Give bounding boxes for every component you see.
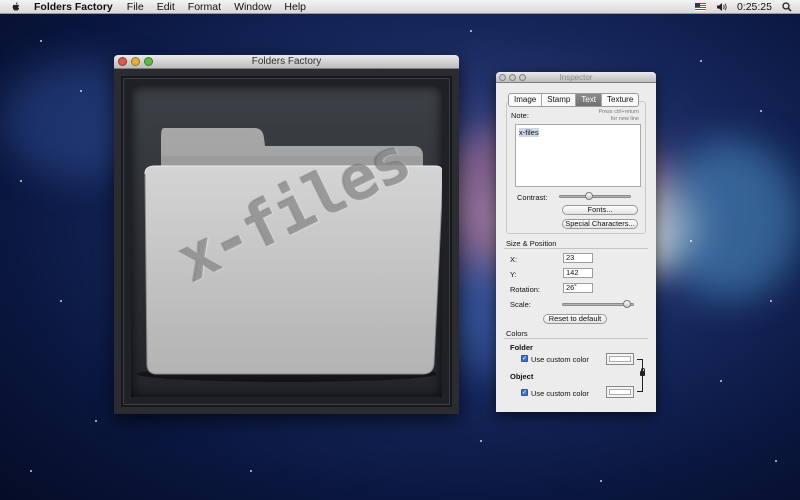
preview-frame: x-files [121, 76, 452, 407]
inspector-title: Inspector [559, 73, 593, 82]
contrast-label: Contrast: [517, 193, 548, 202]
y-label: Y: [510, 270, 517, 279]
contrast-slider-knob[interactable] [584, 192, 593, 200]
scale-slider-knob[interactable] [623, 300, 632, 308]
minimize-icon[interactable] [131, 57, 140, 66]
menu-file[interactable]: File [127, 1, 144, 13]
search-icon[interactable] [782, 2, 792, 12]
size-position-title: Size & Position [506, 239, 557, 248]
close-icon[interactable] [499, 73, 506, 81]
text-tab-pane: Note: Press ctrl+return for new line x-f… [506, 101, 646, 234]
tab-text[interactable]: Text [576, 94, 603, 106]
zoom-icon[interactable] [144, 57, 153, 66]
section-divider [504, 338, 648, 339]
object-custom-color-label: Use custom color [531, 389, 589, 398]
menu-app-name[interactable]: Folders Factory [34, 1, 113, 13]
reset-to-default-button[interactable]: Reset to default [543, 314, 607, 324]
inspector-panel: Inspector Note: Press ctrl+return for ne… [496, 72, 656, 412]
object-color-title: Object [510, 372, 534, 381]
section-divider [504, 248, 648, 249]
fonts-button[interactable]: Fonts... [562, 205, 638, 215]
main-window-titlebar[interactable]: Folders Factory [114, 55, 459, 69]
flag-icon[interactable] [694, 3, 706, 11]
note-hint: Press ctrl+return for new line [579, 109, 640, 122]
inspector-tabs: Image Stamp Text Texture [508, 93, 640, 107]
close-icon[interactable] [118, 57, 127, 66]
object-custom-color-checkbox[interactable]: ✓ [521, 389, 528, 396]
minimize-icon[interactable] [509, 73, 516, 81]
tab-texture[interactable]: Texture [602, 94, 638, 106]
x-label: X: [510, 255, 518, 264]
note-textarea[interactable]: x-files [515, 124, 641, 187]
menu-bar: Folders Factory File Edit Format Window … [0, 0, 800, 14]
scale-slider[interactable] [562, 300, 634, 308]
menu-help[interactable]: Help [284, 1, 306, 13]
main-window-title: Folders Factory [251, 56, 322, 67]
folder-custom-color-checkbox[interactable]: ✓ [521, 355, 528, 362]
y-field[interactable]: 142 [563, 268, 593, 278]
scale-label: Scale: [510, 300, 531, 309]
lock-icon[interactable] [640, 368, 645, 376]
menubar-clock[interactable]: 0:25:25 [737, 1, 772, 13]
object-color-swatch[interactable] [606, 386, 634, 398]
special-characters-button[interactable]: Special Characters... [562, 219, 638, 229]
rotation-label: Rotation: [510, 285, 541, 294]
apple-icon[interactable] [10, 1, 22, 13]
note-text: x-files [519, 128, 539, 137]
folder-custom-color-label: Use custom color [531, 355, 589, 364]
volume-icon[interactable] [716, 2, 727, 12]
colors-title: Colors [506, 329, 528, 338]
note-hint-line2: for new line [610, 115, 639, 122]
rotation-field[interactable]: 26˚ [563, 283, 593, 293]
main-window: Folders Factory x-files [114, 55, 459, 414]
folder-color-swatch[interactable] [606, 353, 634, 365]
tab-image[interactable]: Image [509, 94, 543, 106]
menu-edit[interactable]: Edit [157, 1, 175, 13]
zoom-icon[interactable] [519, 73, 526, 81]
note-label: Note: [511, 111, 529, 120]
x-field[interactable]: 23 [563, 253, 593, 263]
tab-stamp[interactable]: Stamp [542, 94, 577, 106]
inspector-titlebar[interactable]: Inspector [496, 72, 656, 83]
menu-format[interactable]: Format [188, 1, 221, 13]
menu-window[interactable]: Window [234, 1, 271, 13]
contrast-slider[interactable] [559, 192, 631, 200]
folder-preview[interactable]: x-files [131, 86, 442, 397]
folder-color-title: Folder [510, 343, 533, 352]
